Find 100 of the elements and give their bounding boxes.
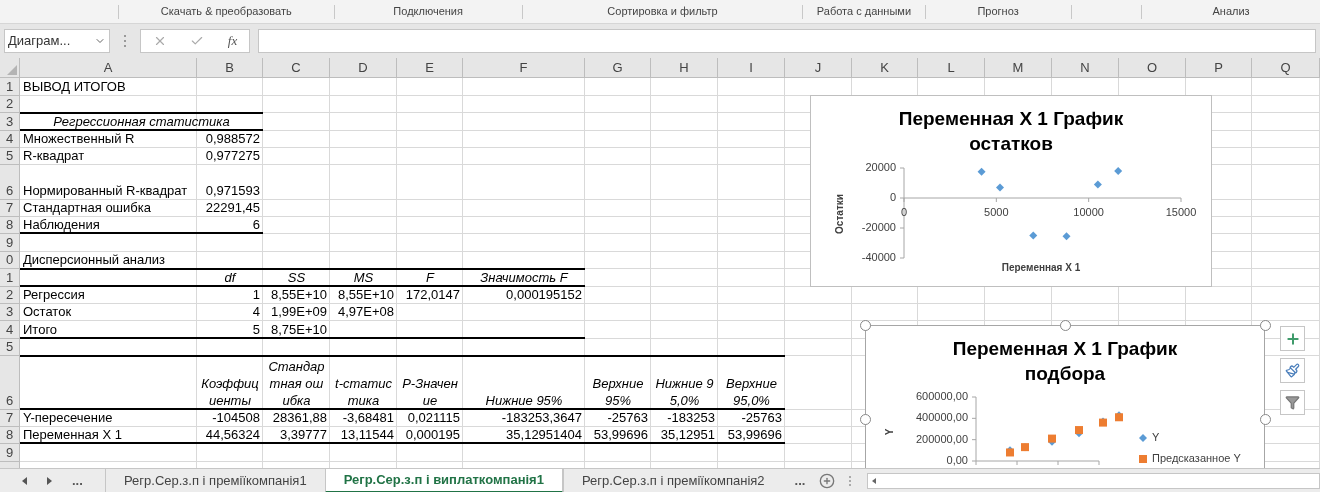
chart-area[interactable]: Переменная X 1 График остатков -40000 -20000 0 20000 0 5000 10000 15000 Остатки Переменная X 1 (810, 95, 1212, 287)
table-cell-text: 1,99E+09 (269, 304, 328, 321)
column-header[interactable]: P (1186, 58, 1252, 78)
row-header[interactable]: 3 (0, 113, 20, 131)
table-cell-text: -25763 (740, 410, 783, 427)
column-header[interactable]: N (1052, 58, 1119, 78)
data-point (1062, 232, 1071, 241)
column-header[interactable]: E (397, 58, 463, 78)
sheet-tab[interactable]: Регр.Сер.з.п і преміїкомпанія1 (105, 468, 325, 492)
axis-tick-label: -20000 (861, 220, 896, 233)
column-header[interactable]: L (918, 58, 985, 78)
formula-input[interactable] (258, 29, 1316, 53)
table-cell-text: 4 (251, 304, 261, 321)
data-point (1114, 167, 1123, 175)
ribbon-group-label: Скачать & преобразовать (160, 4, 292, 20)
axis-tick-label: 400000,00 (916, 411, 968, 424)
row-header[interactable]: 4 (0, 321, 20, 339)
row-header[interactable]: 4 (0, 131, 20, 148)
table-cell-text: Переменная X 1 (22, 427, 123, 444)
chart-style-button[interactable] (1280, 358, 1305, 383)
table-cell-text: 172,0147 (404, 287, 461, 304)
row-header[interactable]: 9 (0, 444, 20, 462)
table-cell-text: 22291,45 (204, 200, 261, 217)
axis-title: Y (884, 428, 895, 436)
more-tabs-button[interactable]: ... (794, 470, 806, 491)
plus-icon (1284, 330, 1301, 347)
table-cell-text: 0,971593 (204, 182, 261, 200)
table-cell-text: Остаток (22, 304, 73, 321)
column-header[interactable]: D (330, 58, 397, 78)
row-header[interactable]: 5 (0, 148, 20, 165)
insert-function-button[interactable]: fx (227, 31, 238, 51)
row-header[interactable]: 8 (0, 427, 20, 444)
data-point (1029, 231, 1038, 240)
table-cell-text: 0,988572 (204, 131, 261, 148)
resize-handle[interactable] (1060, 320, 1071, 331)
column-header[interactable]: B (197, 58, 263, 78)
resize-handle[interactable] (1260, 320, 1271, 331)
table-cell-text: Итого (22, 321, 59, 339)
chart-filter-button[interactable] (1280, 390, 1305, 415)
column-header[interactable]: A (20, 58, 197, 78)
table-cell-text: SS (286, 269, 307, 287)
table-cell-text: Верхние 95% (591, 375, 645, 410)
sheet-tab[interactable]: Регр.Сер.з.п і преміїкомпанія2 (562, 468, 783, 492)
more-tabs-button[interactable]: ... (72, 470, 83, 491)
data-point (1093, 180, 1102, 189)
chart-title: Переменная X 1 График подбора (951, 337, 1179, 386)
row-header[interactable]: 1 (0, 78, 20, 96)
column-header[interactable]: M (985, 58, 1052, 78)
table-cell-text: 35,12951404 (505, 427, 583, 444)
table-cell-text: t-статистика (334, 375, 393, 410)
axis-title: Остатки (834, 194, 845, 234)
row-header[interactable]: 6 (0, 165, 20, 200)
row-header[interactable]: 7 (0, 410, 20, 427)
name-box[interactable]: Диаграм... (4, 29, 110, 53)
table-cell-text: 0,021115 (406, 410, 461, 427)
resize-handle[interactable] (1260, 414, 1271, 425)
row-header[interactable]: 2 (0, 287, 20, 304)
row-header[interactable]: 8 (0, 217, 20, 234)
data-point (977, 167, 986, 176)
sheet-tab[interactable]: Регр.Сер.з.п і виплаткомпанія1 (324, 468, 563, 492)
ribbon-group-label: Сортировка и фильтр (607, 4, 718, 20)
column-header[interactable]: C (263, 58, 330, 78)
row-header[interactable]: 9 (0, 234, 20, 252)
row-header[interactable]: 5 (0, 339, 20, 356)
column-header[interactable]: O (1119, 58, 1186, 78)
column-header[interactable]: I (718, 58, 785, 78)
resize-handle[interactable] (860, 320, 871, 331)
row-header[interactable]: 7 (0, 200, 20, 217)
column-header[interactable]: F (463, 58, 585, 78)
table-cell-text: -183253,3647 (500, 410, 583, 427)
column-header[interactable]: H (651, 58, 718, 78)
row-header[interactable]: 0 (0, 252, 20, 269)
table-cell-text: 0,977275 (204, 148, 261, 165)
row-header[interactable]: 1 (0, 269, 20, 287)
scroll-right-icon[interactable] (47, 476, 52, 485)
column-header[interactable]: J (785, 58, 852, 78)
table-cell-text: ВЫВОД ИТОГОВ (22, 78, 127, 96)
row-header[interactable]: 3 (0, 304, 20, 321)
name-box-value: Диаграм... (8, 32, 71, 51)
scroll-left-icon[interactable] (22, 476, 27, 485)
column-header[interactable]: Q (1252, 58, 1320, 78)
new-sheet-icon[interactable] (819, 472, 836, 489)
axis-tick-label: 10000 (1073, 205, 1104, 218)
row-header[interactable]: 6 (0, 356, 20, 410)
table-cell-text: Значимость F (479, 269, 570, 287)
table-cell-text: Стандартная ошибка (22, 200, 152, 217)
table-cell-text: df (223, 269, 238, 287)
table-cell-text: 8,55E+10 (336, 287, 395, 304)
enter-button[interactable] (190, 34, 205, 48)
row-header[interactable]: 2 (0, 96, 20, 113)
table-cell-text: -183253 (666, 410, 716, 427)
table-cell-text: -3,68481 (341, 410, 395, 427)
add-chart-element-button[interactable] (1280, 326, 1305, 351)
chart-area[interactable]: Переменная X 1 График подбора 600000,00 400000,00 200000,00 0,00 Y Y Предсказанное Y (865, 325, 1265, 468)
axis-tick-label: 20000 (865, 160, 896, 173)
resize-handle[interactable] (860, 414, 871, 425)
scroll-left-icon[interactable] (872, 477, 877, 484)
horizontal-scrollbar[interactable] (867, 472, 1320, 489)
column-header[interactable]: G (585, 58, 651, 78)
column-header[interactable]: K (852, 58, 918, 78)
